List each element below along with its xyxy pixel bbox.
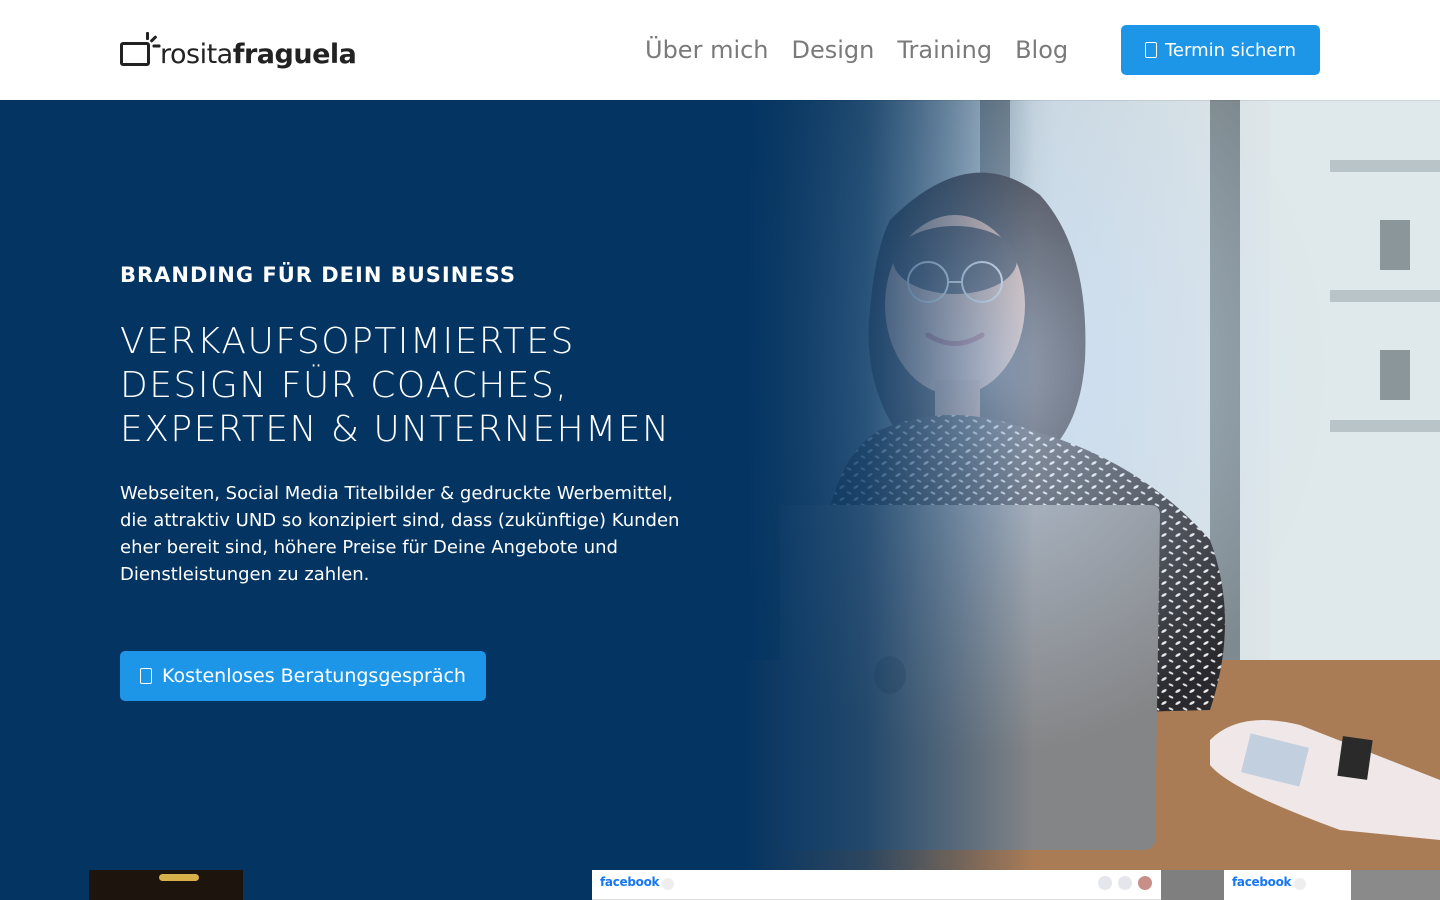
portfolio-thumbnail-facebook[interactable]: facebook — [1224, 870, 1351, 900]
portfolio-thumbnail[interactable] — [1351, 870, 1440, 900]
badge-shape — [159, 874, 199, 881]
nav-link-ueber-mich[interactable]: Über mich — [645, 32, 769, 68]
hero-kicker: BRANDING FÜR DEIN BUSINESS — [120, 263, 516, 287]
logo-text: rositafraguela — [160, 39, 357, 72]
main-nav: Über mich Design Training Blog — [645, 32, 1091, 68]
beratungsgespraech-button[interactable]: Kostenloses Beratungsgespräch — [120, 651, 486, 701]
facebook-logo: facebook — [1232, 875, 1292, 889]
termin-sichern-button[interactable]: Termin sichern — [1121, 25, 1320, 75]
facebook-logo: facebook — [600, 875, 660, 889]
hero-photo — [740, 100, 1440, 870]
beratungsgespraech-label: Kostenloses Beratungsgespräch — [162, 665, 466, 687]
site-header: rositafraguela Über mich Design Training… — [0, 0, 1440, 100]
logo-text-bold: fraguela — [232, 39, 357, 70]
messenger-icon — [1098, 876, 1112, 890]
portfolio-thumbnail[interactable] — [89, 870, 243, 900]
tv-logo-icon — [120, 32, 161, 72]
nav-link-design[interactable]: Design — [792, 32, 875, 68]
hero-headline: VERKAUFSOPTIMIERTES DESIGN FÜR COACHES, … — [120, 320, 720, 452]
search-icon — [1294, 878, 1306, 890]
calendar-icon — [1144, 42, 1157, 58]
notification-icon — [1118, 876, 1132, 890]
hero-lead-text: Webseiten, Social Media Titelbilder & ge… — [120, 483, 680, 585]
headline-line-2: DESIGN FÜR COACHES, — [120, 365, 569, 406]
headline-line-1: VERKAUFSOPTIMIERTES — [120, 321, 575, 362]
avatar — [1138, 876, 1152, 890]
portfolio-thumbnail[interactable] — [1161, 870, 1224, 900]
logo-text-light: rosita — [160, 39, 233, 70]
termin-sichern-label: Termin sichern — [1164, 39, 1296, 61]
portfolio-thumbnail-facebook[interactable]: facebook — [592, 870, 1161, 900]
nav-link-training[interactable]: Training — [897, 32, 992, 68]
nav-link-blog[interactable]: Blog — [1015, 32, 1068, 68]
headline-line-3: EXPERTEN & UNTERNEHMEN — [120, 409, 671, 450]
hero-section: BRANDING FÜR DEIN BUSINESS VERKAUFSOPTIM… — [0, 100, 1440, 870]
logo[interactable]: rositafraguela — [120, 28, 357, 72]
portfolio-strip: facebook facebook — [0, 870, 1440, 900]
calendar-icon — [140, 668, 152, 684]
search-icon — [662, 878, 674, 890]
